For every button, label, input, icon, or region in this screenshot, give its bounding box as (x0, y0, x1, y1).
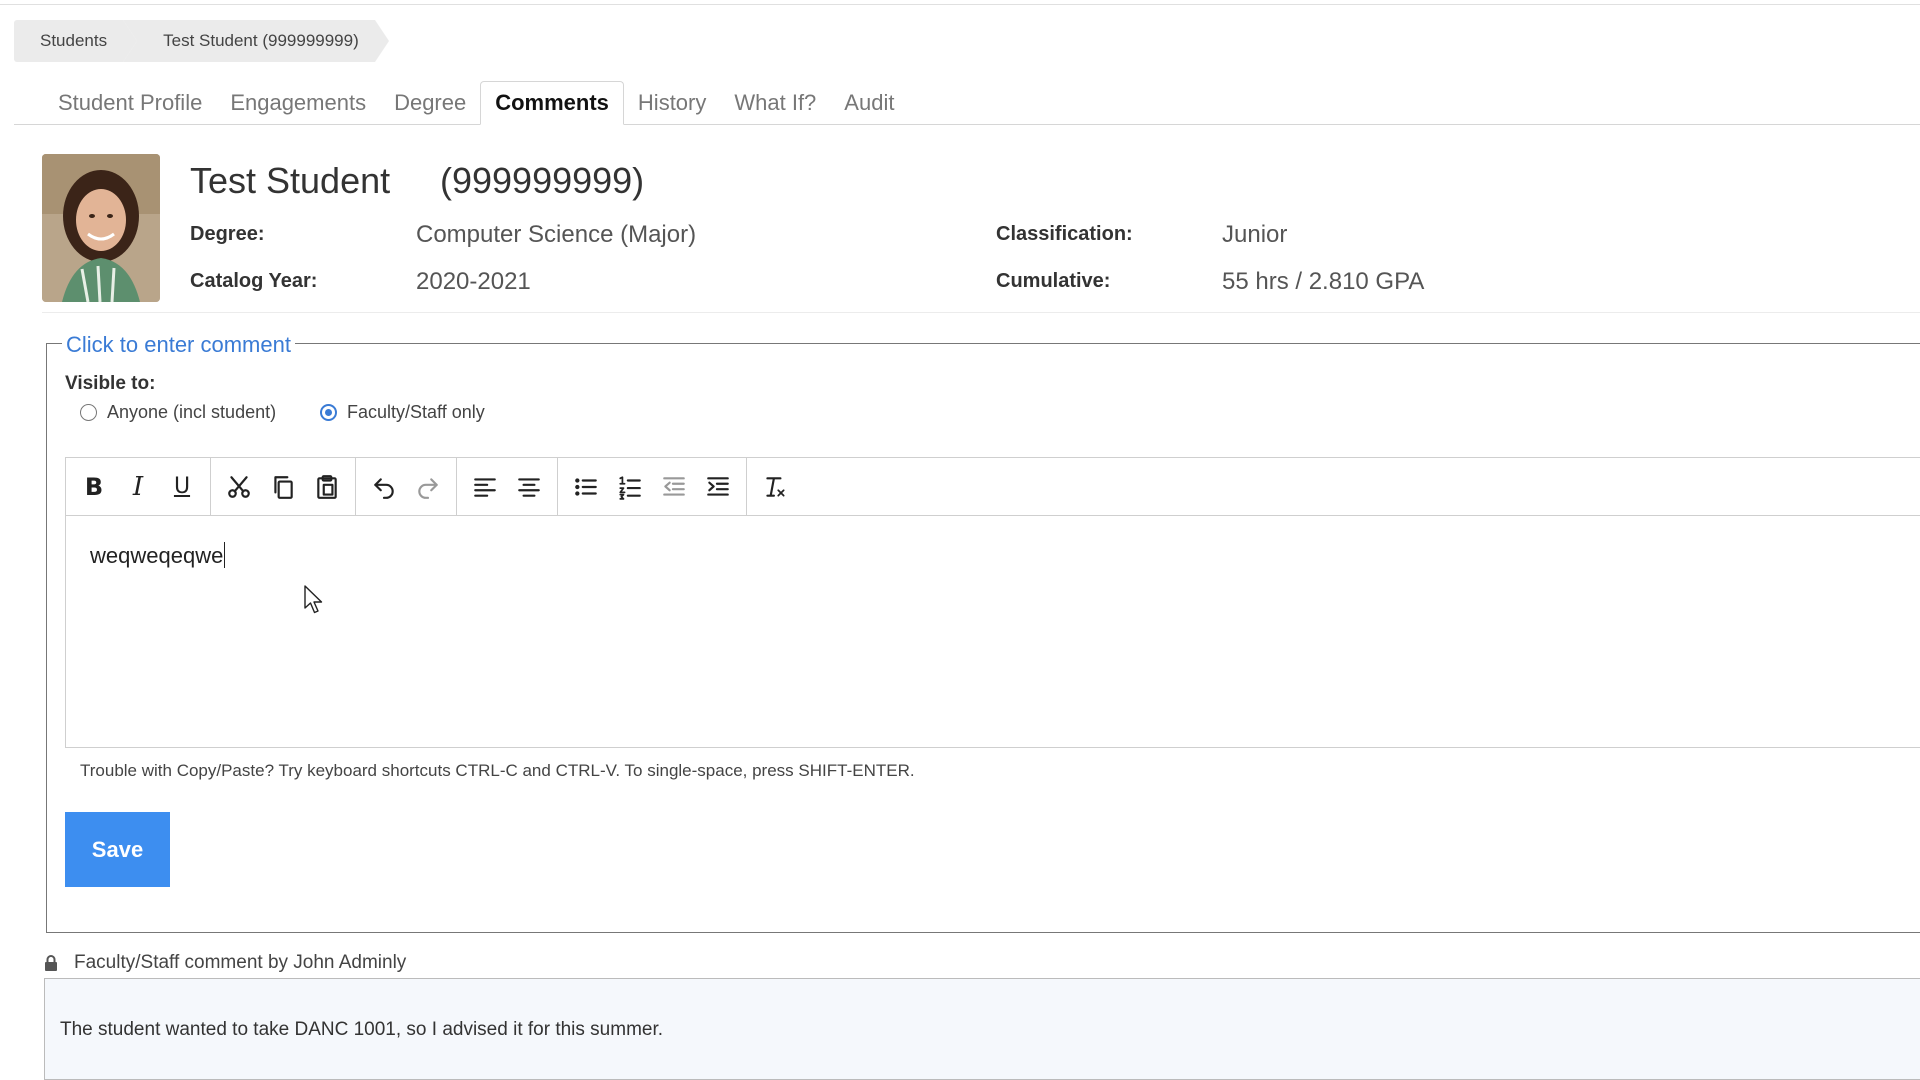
tab-history[interactable]: History (624, 81, 720, 124)
radio-anyone[interactable] (80, 404, 97, 421)
comment-text: The student wanted to take DANC 1001, so… (60, 1019, 664, 1040)
list-group (558, 457, 747, 516)
indent-icon[interactable] (696, 465, 740, 509)
visibility-option-staff[interactable]: Faculty/Staff only (320, 402, 485, 423)
radio-staff-only[interactable] (320, 404, 337, 421)
editor-content[interactable]: weqweqeqwe (90, 542, 226, 569)
breadcrumb: Students Test Student (999999999) (14, 20, 389, 62)
format-group: B I U (66, 457, 211, 516)
student-id: (999999999) (440, 160, 645, 201)
copy-paste-hint: Trouble with Copy/Paste? Try keyboard sh… (80, 761, 915, 780)
save-button[interactable]: Save (65, 812, 170, 887)
classification-value: Junior (1222, 221, 1288, 248)
visible-to-label: Visible to: (65, 373, 156, 394)
classification-label: Classification: (996, 223, 1133, 245)
paste-icon[interactable] (305, 465, 349, 509)
underline-icon[interactable]: U (160, 465, 204, 509)
align-group (457, 457, 558, 516)
undo-icon[interactable] (362, 465, 406, 509)
cumulative-label: Cumulative: (996, 270, 1111, 292)
tab-bar: Student Profile Engagements Degree Comme… (14, 81, 1920, 125)
align-left-icon[interactable] (463, 465, 507, 509)
visibility-option-anyone[interactable]: Anyone (incl student) (80, 402, 276, 423)
copy-icon[interactable] (261, 465, 305, 509)
mouse-pointer-icon (304, 585, 323, 614)
clear-format-icon[interactable] (753, 465, 797, 509)
tab-comments[interactable]: Comments (480, 81, 624, 125)
history-group (356, 457, 457, 516)
tab-engagements[interactable]: Engagements (216, 81, 380, 124)
student-name: Test Student (190, 160, 391, 201)
italic-icon[interactable]: I (116, 465, 160, 509)
editor-toolbar: B I U (66, 457, 1920, 516)
bullet-list-icon[interactable] (564, 465, 608, 509)
header-divider (42, 312, 1920, 313)
outdent-icon[interactable] (652, 465, 696, 509)
tab-degree[interactable]: Degree (380, 81, 480, 124)
editor-text: weqweqeqwe (90, 543, 224, 568)
numbered-list-icon[interactable] (608, 465, 652, 509)
clipboard-group (211, 457, 356, 516)
rich-text-editor: B I U weqweqeqwe (65, 457, 1920, 748)
tab-student-profile[interactable]: Student Profile (44, 81, 216, 124)
degree-value: Computer Science (Major) (416, 221, 697, 248)
tab-audit[interactable]: Audit (830, 81, 908, 124)
redo-icon[interactable] (406, 465, 450, 509)
cumulative-value: 55 hrs / 2.810 GPA (1222, 268, 1425, 295)
catalog-year-value: 2020-2021 (416, 268, 531, 295)
student-photo (42, 154, 160, 302)
top-border (0, 0, 1920, 5)
enter-comment-link[interactable]: Click to enter comment (62, 332, 295, 358)
lock-icon (45, 955, 57, 971)
catalog-year-label: Catalog Year: (190, 270, 318, 292)
comment-author: Faculty/Staff comment by John Adminly (74, 952, 407, 973)
align-center-icon[interactable] (507, 465, 551, 509)
degree-label: Degree: (190, 223, 265, 245)
radio-staff-label: Faculty/Staff only (347, 402, 485, 422)
radio-anyone-label: Anyone (incl student) (107, 402, 277, 422)
breadcrumb-students[interactable]: Students (14, 20, 138, 62)
tab-what-if[interactable]: What If? (720, 81, 830, 124)
cut-icon[interactable] (217, 465, 261, 509)
clear-group (747, 458, 803, 516)
text-caret (224, 542, 226, 568)
bold-icon[interactable]: B (72, 465, 116, 509)
breadcrumb-student[interactable]: Test Student (999999999) (123, 20, 389, 62)
